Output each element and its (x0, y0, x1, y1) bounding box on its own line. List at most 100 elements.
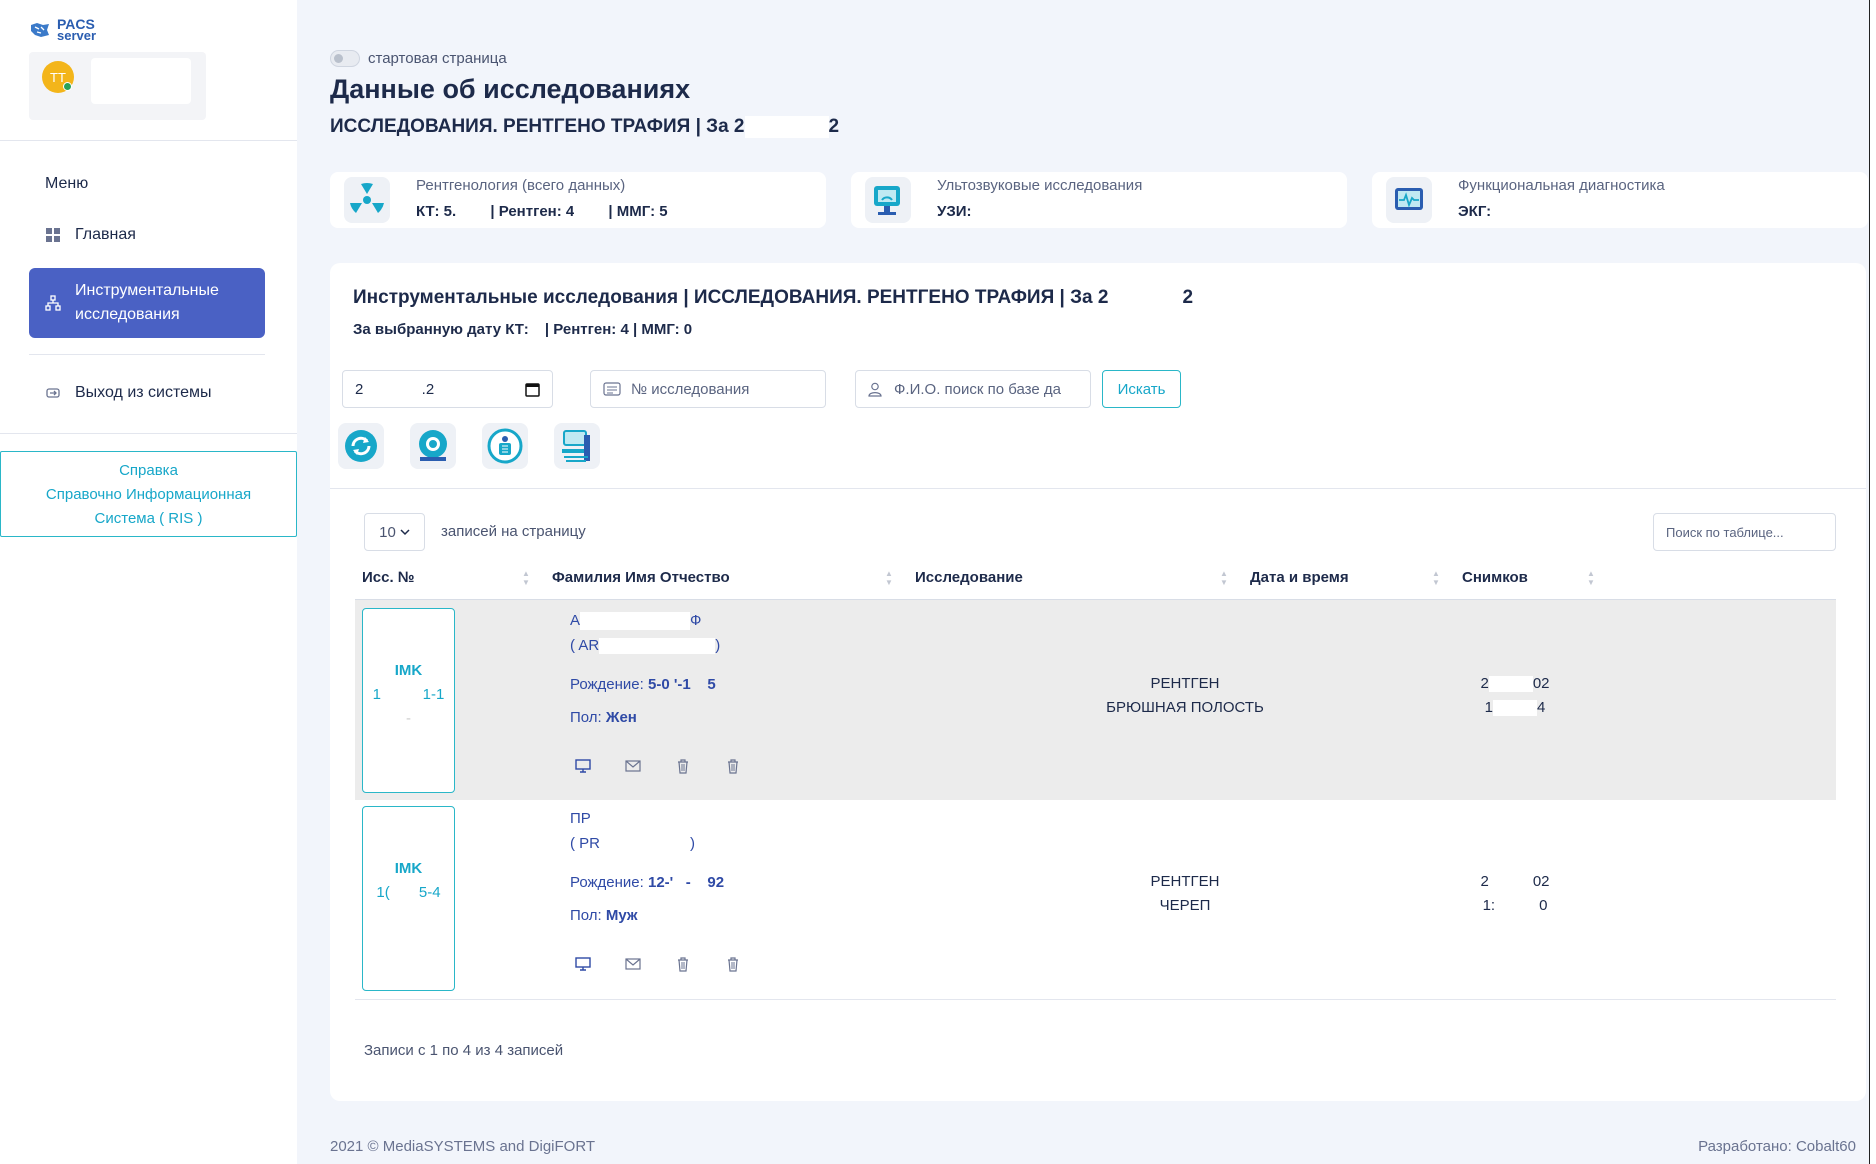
page-size-value: 10 (379, 523, 396, 541)
study-id-button[interactable]: IMK 1 1-1 - (362, 608, 455, 793)
selected-date-mmg: | ММГ: 0 (632, 321, 693, 338)
trash-icon[interactable] (675, 758, 691, 774)
menu-title: Меню (45, 175, 89, 192)
radiation-icon (344, 177, 390, 223)
sidebar-item-logout[interactable]: Выход из системы (29, 384, 265, 402)
list-icon (603, 382, 621, 396)
birth-label: Рождение: (570, 874, 644, 891)
monitor-icon[interactable] (575, 956, 591, 972)
trash-icon[interactable] (725, 956, 741, 972)
patient-latin-name: ( PR) (570, 831, 724, 856)
date-picker[interactable]: 2 .2 (342, 370, 553, 408)
study-number-input[interactable]: № исследования (590, 370, 826, 408)
stat-card-functional[interactable]: Функциональная диагностика ЭКГ: (1372, 172, 1868, 228)
study-time: 1: 0 (1465, 894, 1565, 918)
sidebar-item-label: Инструментальные исследования (75, 282, 219, 323)
page-title: Данные об исследованиях (330, 74, 691, 104)
stat-card-radiology[interactable]: Рентгенология (всего данных) КТ: 5. | Ре… (330, 172, 826, 228)
table-row[interactable]: IMK 1 1-1 - АФ ( AR) Рождение: 5-0 '-1 5… (355, 600, 1836, 800)
study-id-number: 1 1-1 (372, 686, 445, 703)
xray-filter-button[interactable] (482, 423, 528, 469)
study-id-number: 1( 5-4 (376, 884, 441, 901)
redacted-block (600, 836, 690, 853)
page-size-select[interactable]: 10 (364, 513, 425, 551)
sort-icon[interactable]: ▲ ▼ (1587, 569, 1595, 591)
redacted-block (528, 323, 541, 338)
app-logo[interactable]: PACS server (29, 17, 96, 42)
radiography-filter-button[interactable] (554, 423, 600, 469)
redacted-block (1488, 676, 1533, 693)
patient-info: АФ ( AR) Рождение: 5-0 '-1 5 Пол: Жен (570, 608, 720, 730)
column-header-study-number[interactable]: Исс. № (362, 569, 415, 586)
redacted-block (1488, 874, 1533, 891)
sort-icon[interactable]: ▲ ▼ (522, 569, 530, 591)
footer-copyright: 2021 © MediaSYSTEMS and DigiFORT (330, 1138, 596, 1155)
sidebar-divider (0, 140, 297, 141)
study-date-end: 02 (1532, 675, 1550, 692)
study-date-end: 02 (1532, 873, 1550, 890)
refresh-icon (345, 430, 377, 462)
start-page-toggle-label: стартовая страница (368, 50, 507, 67)
study-area: ЧЕРЕП (1159, 897, 1211, 914)
study-id-button[interactable]: IMK 1( 5-4 (362, 806, 455, 991)
calendar-icon[interactable] (525, 382, 540, 397)
tiger-logo-icon (31, 23, 49, 37)
sitemap-icon (45, 295, 61, 311)
study-description: РЕНТГЕН БРЮШНАЯ ПОЛОСТЬ (1075, 672, 1295, 720)
stat-value-xray: | Рентген: 4 (490, 203, 575, 220)
chevron-down-icon (400, 529, 410, 536)
start-page-toggle[interactable] (330, 50, 360, 67)
patient-name-end: Ф (690, 612, 702, 629)
trash-icon[interactable] (725, 758, 741, 774)
monitor-icon[interactable] (575, 758, 591, 774)
row-actions (575, 956, 741, 972)
ultrasound-icon (865, 177, 911, 223)
search-button[interactable]: Искать (1102, 370, 1181, 408)
study-datetime: 2 02 14 (1465, 672, 1565, 720)
patient-sex: Пол: Муж (570, 903, 724, 928)
redacted-block (580, 612, 691, 631)
column-header-images[interactable]: Снимков (1462, 569, 1528, 586)
sort-icon[interactable]: ▲ ▼ (1220, 569, 1228, 591)
study-description: РЕНТГЕН ЧЕРЕП (1075, 870, 1295, 918)
refresh-button[interactable] (338, 423, 384, 469)
sidebar-divider (0, 433, 297, 434)
sort-icon[interactable]: ▲ ▼ (1432, 569, 1440, 591)
study-type: РЕНТГЕН (1150, 873, 1220, 890)
study-datetime: 2 02 1: 0 (1465, 870, 1565, 918)
envelope-icon[interactable] (625, 956, 641, 972)
sidebar-item-label: Главная (75, 226, 136, 243)
study-date: 2 02 (1465, 870, 1565, 894)
redacted-block (1493, 700, 1537, 717)
column-header-datetime[interactable]: Дата и время (1250, 569, 1349, 586)
patient-latin-name: ( AR) (570, 633, 720, 658)
sex-value: Жен (605, 709, 637, 726)
records-info: Записи с 1 по 4 из 4 записей (364, 1042, 564, 1059)
user-card[interactable]: TT (29, 52, 206, 120)
envelope-icon[interactable] (625, 758, 641, 774)
trash-icon[interactable] (675, 956, 691, 972)
patient-latin-name-start: ( AR (570, 637, 600, 654)
sidebar: PACS server TT Меню Главная Инструментал… (0, 0, 297, 1164)
table-search-input[interactable]: Поиск по таблице... (1653, 513, 1836, 551)
patient-name: АФ (570, 608, 720, 633)
study-id-prefix: IMK (394, 860, 423, 877)
user-name-redacted (91, 58, 191, 104)
sidebar-item-home[interactable]: Главная (29, 226, 265, 244)
sidebar-item-instrumental-studies[interactable]: Инструментальные исследования (29, 268, 265, 338)
patient-name: ПР (570, 810, 591, 827)
selected-date-xray: | Рентген: 4 (544, 321, 629, 338)
study-date-start: 2 (1480, 873, 1489, 890)
table-row[interactable]: IMK 1( 5-4 ПР ( PR) Рождение: 12-' - 92 … (355, 798, 1836, 998)
patient-birth: Рождение: 5-0 '-1 5 (570, 672, 720, 697)
help-ris-link[interactable]: Справка Справочно Информационная Система… (0, 451, 297, 537)
column-header-study[interactable]: Исследование (915, 569, 1023, 586)
sex-label: Пол: (570, 709, 602, 726)
study-time-end: 0 (1539, 897, 1548, 914)
patient-name-search-input[interactable]: Ф.И.О. поиск по базе да (855, 370, 1091, 408)
selected-date-ct: За выбранную дату КТ: (353, 321, 529, 338)
column-header-patient-name[interactable]: Фамилия Имя Отчество (552, 569, 730, 586)
ct-filter-button[interactable] (410, 423, 456, 469)
sort-icon[interactable]: ▲ ▼ (885, 569, 893, 591)
stat-card-ultrasound[interactable]: Ультозвуковые исследования УЗИ: (851, 172, 1347, 228)
